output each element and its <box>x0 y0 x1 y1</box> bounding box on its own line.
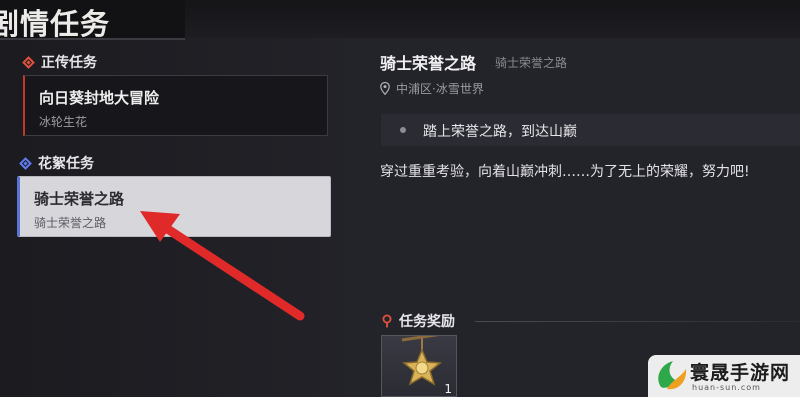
side-quest-subtitle: 骑士荣誉之路 <box>34 216 107 230</box>
reward-section-text: 任务奖励 <box>399 314 455 330</box>
main-quest-section-text: 正传任务 <box>41 55 97 71</box>
quest-objective: 踏上荣誉之路，到达山巅 <box>381 114 800 146</box>
reward-section-label: 任务奖励 <box>381 311 455 331</box>
objective-bullet-icon <box>400 127 406 133</box>
main-quest-title: 向日葵封地大冒险 <box>39 89 160 107</box>
watermark-text: 寰晟手游网 <box>690 362 791 384</box>
quest-location-text: 中浦区·冰雪世界 <box>396 82 484 96</box>
quest-location: 中浦区·冰雪世界 <box>380 80 484 97</box>
watermark-logo-icon <box>658 361 687 390</box>
reward-item-slot[interactable]: 1 <box>381 335 457 397</box>
side-quest-section-label: 花絮任务 <box>19 153 94 173</box>
side-quest-section-text: 花絮任务 <box>38 156 94 172</box>
main-quest-card[interactable]: 向日葵封地大冒险 冰轮生花 <box>23 75 328 136</box>
quest-objective-text: 踏上荣誉之路，到达山巅 <box>423 124 577 140</box>
main-quest-subtitle: 冰轮生花 <box>39 115 88 129</box>
side-quest-title: 骑士荣誉之路 <box>34 190 125 208</box>
reward-marker-icon <box>382 314 392 328</box>
quest-description: 穿过重重考验，向着山巅冲刺……为了无上的荣耀，努力吧! <box>380 164 750 180</box>
side-quest-card-selected[interactable]: 骑士荣誉之路 骑士荣誉之路 <box>17 176 331 237</box>
quest-detail-title: 骑士荣誉之路 <box>380 54 477 73</box>
main-quest-icon <box>22 55 35 69</box>
side-quest-icon <box>19 156 32 170</box>
site-watermark: 寰晟手游网 huan-sun.com <box>648 355 800 397</box>
main-quest-section-label: 正传任务 <box>22 52 97 72</box>
reward-divider <box>475 321 800 322</box>
page-title: 剧情任务 <box>0 7 111 41</box>
page-header: 剧情任务 <box>0 0 185 41</box>
watermark-url: huan-sun.com <box>692 383 761 392</box>
reward-item-count: 1 <box>444 382 452 396</box>
location-pin-icon <box>380 82 390 95</box>
quest-detail-subtitle: 骑士荣誉之路 <box>495 56 568 70</box>
